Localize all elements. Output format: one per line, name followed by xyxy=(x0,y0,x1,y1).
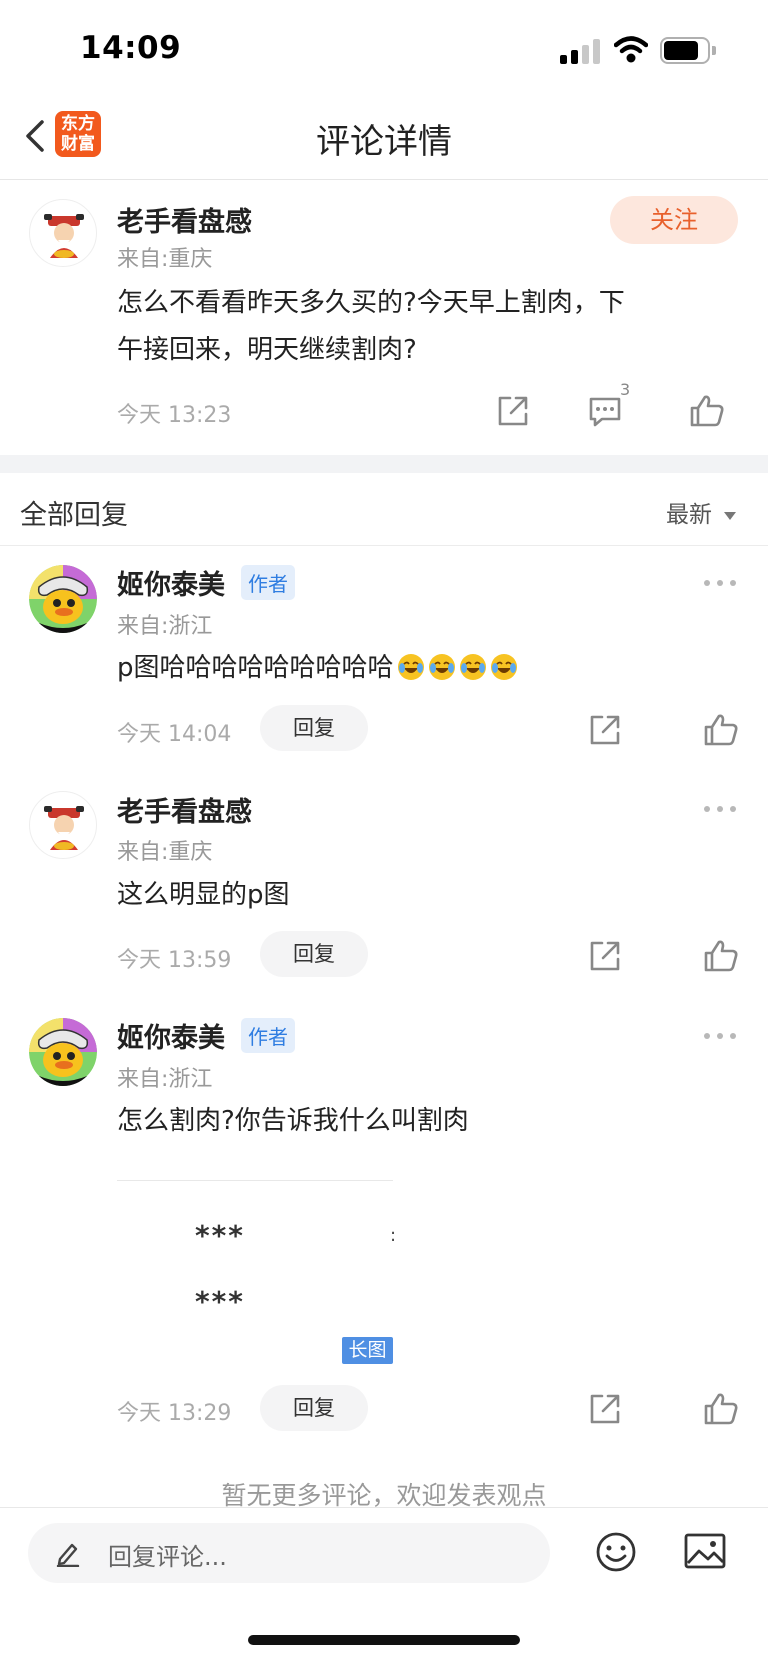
page-title: 评论详情 xyxy=(316,122,452,162)
reply-text: p图哈哈哈哈哈哈哈哈哈 xyxy=(117,645,518,691)
reply-text: 怎么割肉?你告诉我什么叫割肉 xyxy=(117,1106,469,1136)
reply-time: 今天 13:29 xyxy=(117,1401,232,1426)
avatar[interactable] xyxy=(29,565,97,633)
reply-username[interactable]: 老手看盘感 xyxy=(117,790,252,829)
image-masked-text: *** xyxy=(195,1219,245,1252)
comment-text-line1: 怎么不看看昨天多久买的?今天早上割肉，下 xyxy=(117,288,625,318)
image-masked-text: *** xyxy=(195,1285,245,1318)
replies-header: 全部回复 最新 xyxy=(0,473,768,546)
thumbs-up-icon[interactable] xyxy=(702,937,740,975)
status-bar: 14:09 xyxy=(0,0,768,100)
emoji-icon[interactable] xyxy=(594,1530,638,1574)
reply-button[interactable]: 回复 xyxy=(260,1385,368,1431)
image-icon[interactable] xyxy=(683,1531,727,1571)
bottom-bar: 回复评论... xyxy=(0,1507,768,1663)
reply-input-placeholder: 回复评论... xyxy=(108,1543,227,1571)
comment-location: 来自:重庆 xyxy=(117,247,213,272)
more-options-icon[interactable] xyxy=(704,804,738,814)
more-options-icon[interactable] xyxy=(704,578,738,588)
fortune-god-avatar-icon xyxy=(44,806,84,850)
share-icon[interactable] xyxy=(494,392,532,430)
reply-button[interactable]: 回复 xyxy=(260,931,368,977)
comment-username[interactable]: 老手看盘感 xyxy=(117,200,252,239)
status-time: 14:09 xyxy=(80,30,182,66)
share-icon[interactable] xyxy=(586,937,624,975)
more-options-icon[interactable] xyxy=(704,1031,738,1041)
thumbs-up-icon[interactable] xyxy=(702,1390,740,1428)
reply-time: 今天 13:59 xyxy=(117,948,232,973)
author-badge: 作者 xyxy=(241,1018,295,1053)
avatar[interactable] xyxy=(29,199,97,267)
nav-bar: 东方 财富 评论详情 xyxy=(0,100,768,180)
duck-avatar-icon xyxy=(29,565,97,633)
reply-username[interactable]: 姬你泰美 xyxy=(117,1016,225,1055)
reply-username[interactable]: 姬你泰美 xyxy=(117,563,225,602)
reply-text-content: p图哈哈哈哈哈哈哈哈哈 xyxy=(117,653,394,683)
laughing-crying-emoji-icon xyxy=(397,654,424,680)
comment-icon[interactable] xyxy=(586,392,624,430)
laughing-crying-emoji-icon xyxy=(490,654,517,680)
reply-location: 来自:重庆 xyxy=(117,840,213,865)
share-icon[interactable] xyxy=(586,711,624,749)
section-divider xyxy=(0,455,768,473)
home-indicator xyxy=(248,1635,520,1645)
thumbs-up-icon[interactable] xyxy=(688,392,726,430)
comment-time: 今天 13:23 xyxy=(117,403,232,428)
reply-location: 来自:浙江 xyxy=(117,1067,213,1092)
pencil-icon xyxy=(56,1543,80,1567)
replies-title: 全部回复 xyxy=(20,500,128,531)
author-badge: 作者 xyxy=(241,565,295,600)
reply-time: 今天 14:04 xyxy=(117,722,232,747)
battery-icon xyxy=(660,37,716,64)
avatar[interactable] xyxy=(29,791,97,859)
reply-text: 这么明显的p图 xyxy=(117,880,290,910)
laughing-crying-emoji-icon xyxy=(428,654,455,680)
caret-down-icon xyxy=(724,511,736,520)
sort-dropdown[interactable]: 最新 xyxy=(666,495,736,529)
sort-label: 最新 xyxy=(666,502,712,528)
reply-input[interactable]: 回复评论... xyxy=(28,1523,550,1583)
cellular-signal-icon xyxy=(560,38,602,64)
laughing-crying-emoji-icon xyxy=(459,654,486,680)
long-image-tag: 长图 xyxy=(342,1337,393,1364)
reply-count: 3 xyxy=(620,380,631,399)
image-edge-mark: : xyxy=(390,1225,397,1246)
avatar[interactable] xyxy=(29,1018,97,1086)
comment-text-line2: 午接回来，明天继续割肉? xyxy=(117,335,417,365)
reply-location: 来自:浙江 xyxy=(117,614,213,639)
thumbs-up-icon[interactable] xyxy=(702,711,740,749)
wifi-icon xyxy=(614,36,648,63)
follow-button[interactable]: 关注 xyxy=(610,196,738,244)
reply-button[interactable]: 回复 xyxy=(260,705,368,751)
share-icon[interactable] xyxy=(586,1390,624,1428)
duck-avatar-icon xyxy=(29,1018,97,1086)
fortune-god-avatar-icon xyxy=(44,214,84,258)
